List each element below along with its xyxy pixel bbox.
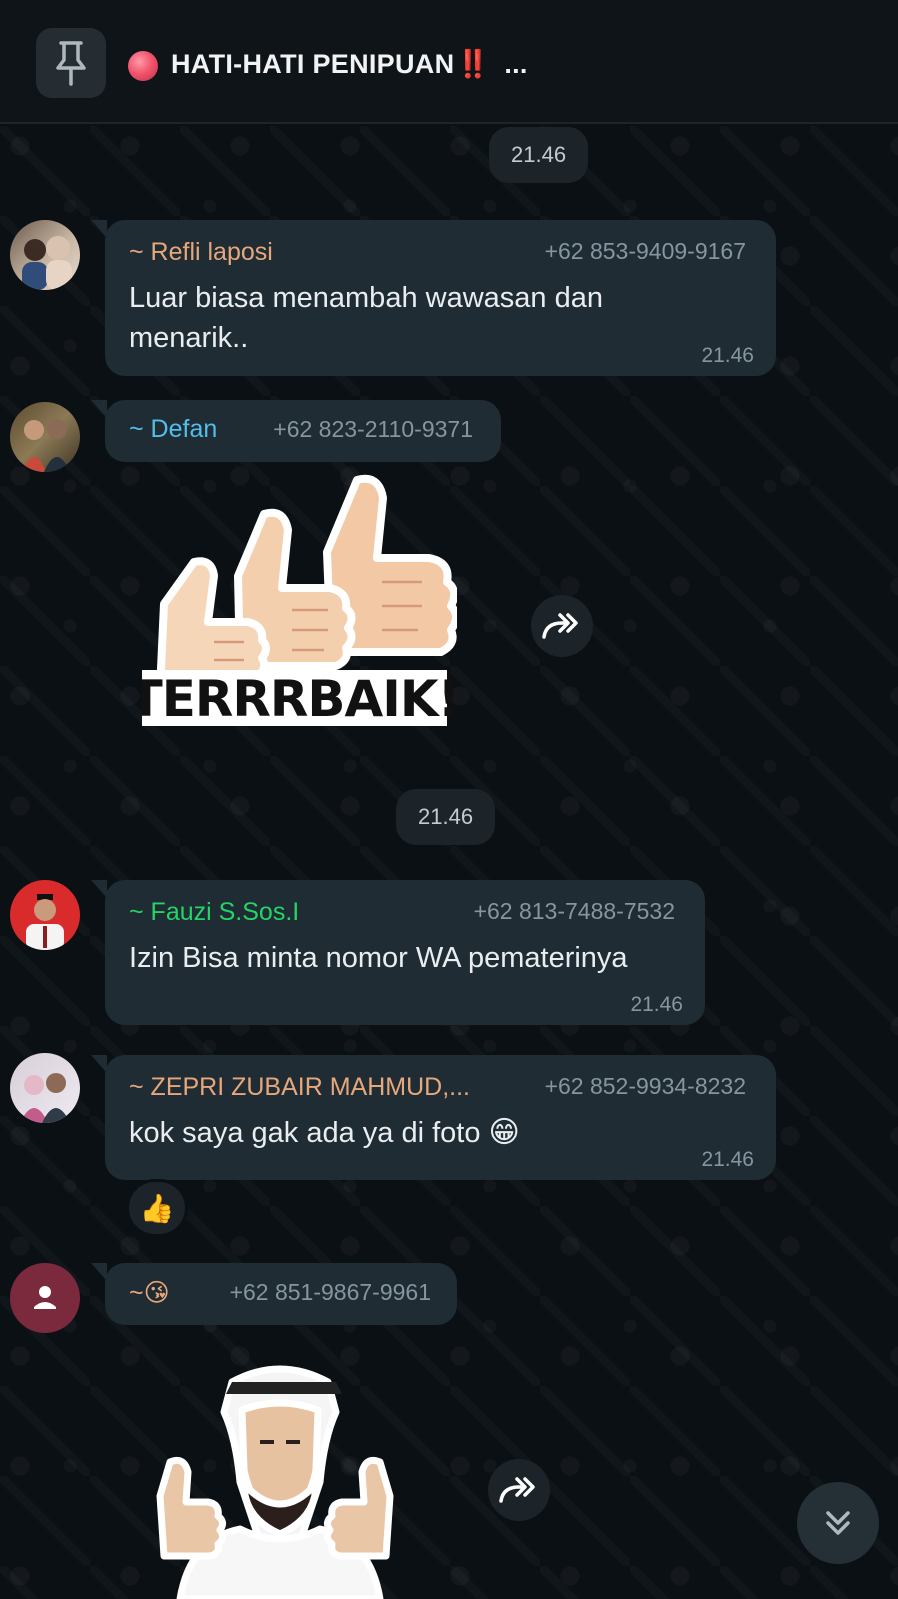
avatar[interactable] bbox=[10, 402, 80, 472]
avatar[interactable] bbox=[10, 220, 80, 290]
pinned-message-text: HATI-HATI PENIPUAN‼️... bbox=[171, 48, 528, 80]
sender-phone: +62 813-7488-7532 bbox=[473, 898, 675, 924]
grinning-face-icon: 😁 bbox=[488, 1116, 520, 1149]
time-divider: 21.46 bbox=[396, 789, 496, 845]
double-chevron-down-icon bbox=[826, 1511, 850, 1535]
message-text-line: Luar biasa menambah wawasan dan bbox=[129, 282, 603, 314]
message-text: Izin Bisa minta nomor WA pematerinya bbox=[129, 938, 628, 978]
sender-name[interactable]: ~ Refli laposi bbox=[129, 238, 273, 267]
chat-screen: HATI-HATI PENIPUAN‼️... 21.46 ~ Refli la… bbox=[0, 0, 898, 1599]
message-time: 21.46 bbox=[701, 1148, 754, 1171]
pinned-message-bar[interactable]: HATI-HATI PENIPUAN‼️... bbox=[0, 0, 898, 124]
message-bubble[interactable]: ~ ZEPRI ZUBAIR MAHMUD,... +62 852-9934-8… bbox=[91, 1055, 776, 1180]
sender-name[interactable]: ~ Defan bbox=[129, 415, 217, 444]
sender-phone: +62 853-9409-9167 bbox=[544, 238, 746, 264]
reaction-thumbs-up[interactable]: 👍 bbox=[126, 1179, 188, 1237]
red-circle-icon bbox=[128, 51, 158, 81]
message-bubble[interactable]: ~ Fauzi S.Sos.I +62 813-7488-7532 Izin B… bbox=[91, 880, 705, 1025]
sender-phone: +62 851-9867-9961 bbox=[229, 1279, 431, 1305]
pinned-more: ... bbox=[504, 49, 528, 79]
message-text-line: Izin Bisa minta nomor WA pematerinya bbox=[129, 942, 628, 974]
forward-button[interactable] bbox=[531, 595, 593, 657]
sticker-caption: TERRRBAIK! bbox=[142, 670, 457, 728]
arab-man-thumbs-up-sticker[interactable] bbox=[140, 1362, 420, 1599]
avatar[interactable] bbox=[10, 880, 80, 950]
double-exclamation-icon: ‼️ bbox=[456, 49, 491, 79]
pinned-title: HATI-HATI PENIPUAN bbox=[171, 49, 455, 79]
message-bubble[interactable]: ~ Refli laposi +62 853-9409-9167 Luar bi… bbox=[91, 220, 776, 376]
sender-phone: +62 823-2110-9371 bbox=[273, 416, 473, 442]
thumbs-up-sticker[interactable]: TERRRBAIK! bbox=[129, 462, 460, 732]
avatar[interactable] bbox=[10, 1053, 80, 1123]
pin-icon[interactable] bbox=[36, 28, 106, 98]
message-text-line: kok saya gak ada ya di foto bbox=[129, 1117, 481, 1149]
sender-name[interactable]: ~ ZEPRI ZUBAIR MAHMUD,... bbox=[129, 1073, 470, 1102]
sender-header-bubble[interactable]: ~ Defan +62 823-2110-9371 bbox=[91, 400, 501, 462]
time-divider: 21.46 bbox=[489, 127, 589, 183]
scroll-to-bottom-button[interactable] bbox=[797, 1482, 879, 1564]
avatar-default[interactable] bbox=[10, 1263, 80, 1333]
sender-name[interactable]: ~ Fauzi S.Sos.I bbox=[129, 898, 299, 927]
forward-button[interactable] bbox=[488, 1459, 550, 1521]
sender-name[interactable]: ~😘 bbox=[129, 1278, 170, 1308]
message-text-line: menarik.. bbox=[129, 322, 249, 354]
message-text: kok saya gak ada ya di foto 😁 bbox=[129, 1113, 520, 1153]
message-time: 21.46 bbox=[701, 344, 754, 367]
message-text: Luar biasa menambah wawasan dan menarik.… bbox=[129, 278, 603, 358]
message-time: 21.46 bbox=[630, 993, 683, 1016]
sender-phone: +62 852-9934-8232 bbox=[544, 1073, 746, 1099]
sender-header-bubble[interactable]: ~😘 +62 851-9867-9961 bbox=[91, 1263, 457, 1325]
